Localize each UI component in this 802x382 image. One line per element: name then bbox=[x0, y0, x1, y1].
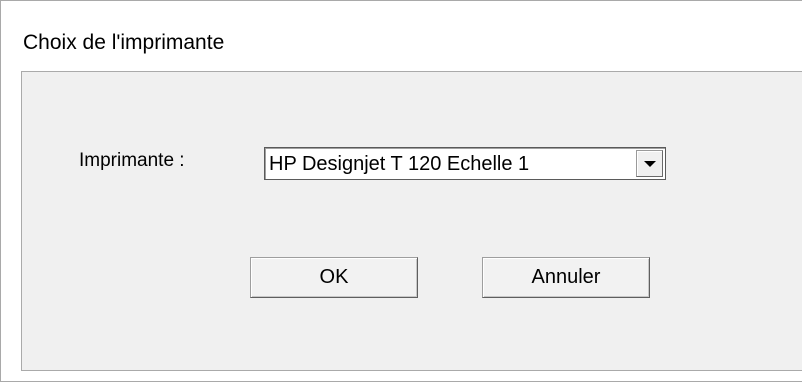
dialog-body: Imprimante : HP Designjet T 120 Echelle … bbox=[21, 71, 802, 371]
dialog-title: Choix de l'imprimante bbox=[23, 31, 225, 54]
printer-select[interactable]: HP Designjet T 120 Echelle 1 bbox=[264, 147, 666, 180]
ok-button[interactable]: OK bbox=[250, 257, 418, 298]
printer-label: Imprimante : bbox=[79, 150, 185, 171]
title-bar[interactable]: Choix de l'imprimante bbox=[1, 1, 802, 71]
chevron-down-icon bbox=[644, 161, 656, 167]
printer-select-value: HP Designjet T 120 Echelle 1 bbox=[269, 153, 530, 175]
cancel-button[interactable]: Annuler bbox=[482, 257, 650, 298]
printer-dialog: Choix de l'imprimante Imprimante : HP De… bbox=[0, 0, 802, 382]
printer-dropdown-button[interactable] bbox=[636, 150, 663, 177]
